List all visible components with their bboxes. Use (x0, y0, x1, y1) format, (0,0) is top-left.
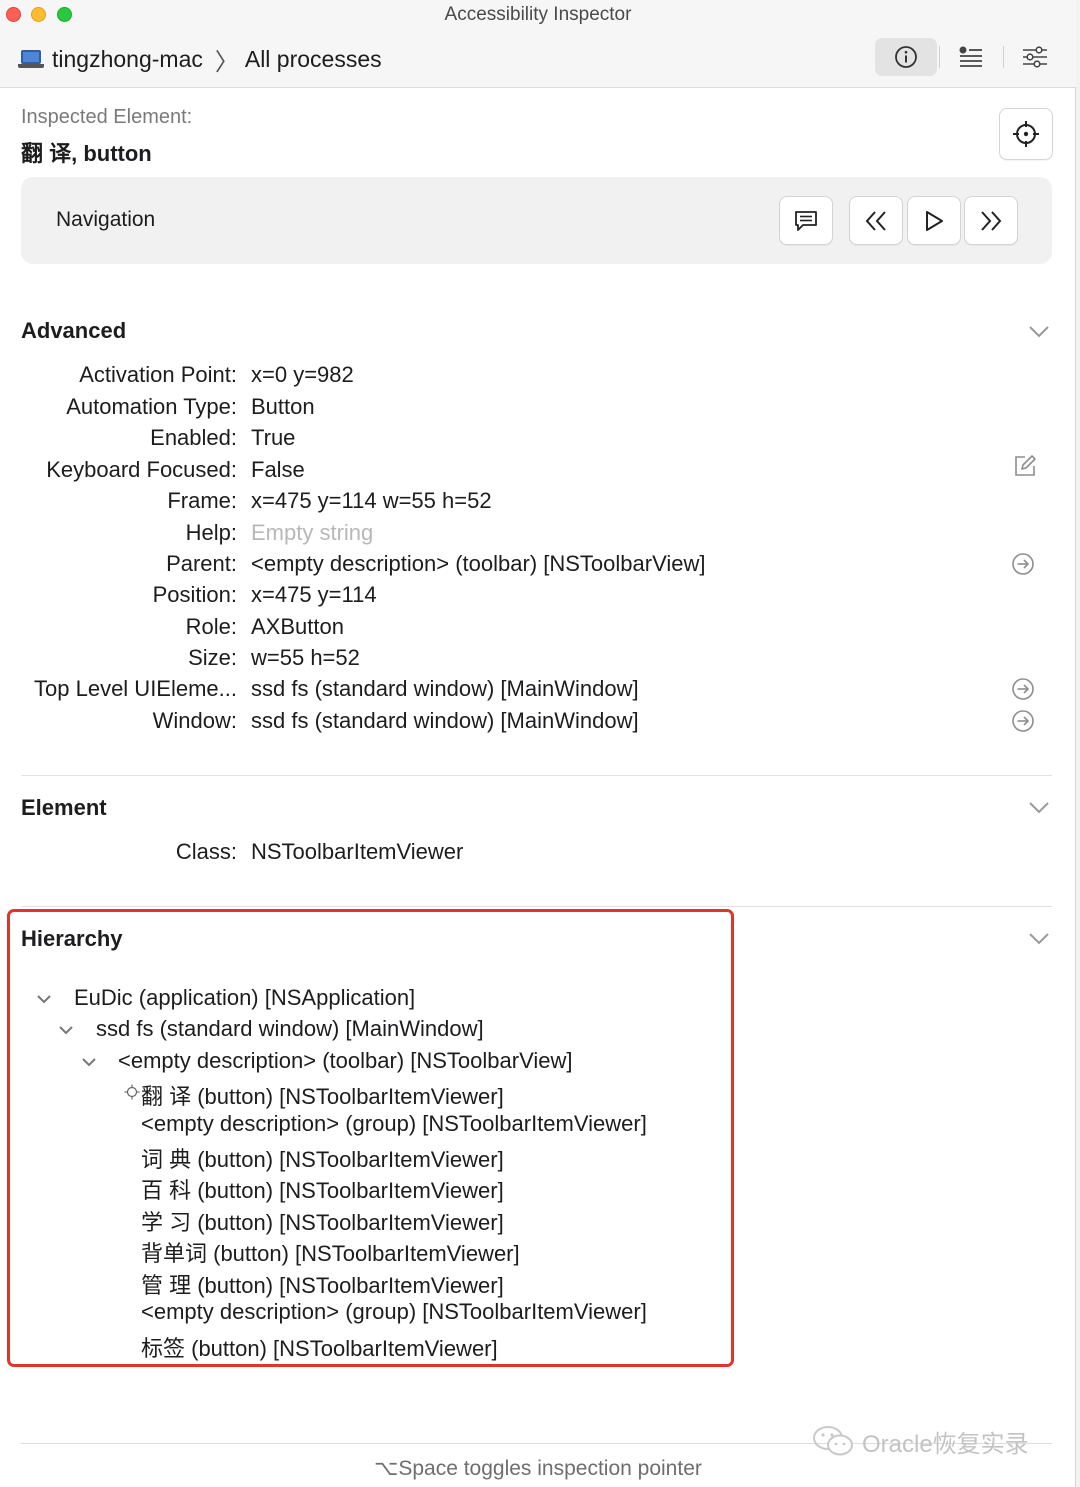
inspection-pointer-hint: ⌥Space toggles inspection pointer (374, 1457, 702, 1480)
attribute-row: Class: NSToolbarItemViewer (0, 839, 1076, 869)
attribute-value: x=475 y=114 (251, 582, 377, 607)
chevron-down-icon[interactable] (1028, 932, 1050, 946)
attribute-row: Role: AXButton (0, 614, 1076, 644)
sliders-icon (1023, 46, 1047, 68)
window-edge (1076, 0, 1080, 1487)
speech-bubble-icon (795, 210, 817, 231)
laptop-icon (18, 49, 44, 69)
go-to-parent-icon[interactable] (1011, 552, 1035, 576)
attribute-row: Position: x=475 y=114 (0, 582, 1076, 612)
inspected-element-value: 翻 译, button (21, 141, 152, 166)
attribute-row: Window: ssd fs (standard window) [MainWi… (0, 708, 1076, 738)
attribute-key: Help: (185, 520, 237, 545)
navigate-play-button[interactable] (907, 196, 961, 245)
attribute-key: Window: (152, 708, 237, 733)
attribute-value: NSToolbarItemViewer (251, 839, 464, 864)
attribute-key: Keyboard Focused: (46, 457, 237, 482)
section-divider (21, 775, 1052, 776)
inspection-pointer-button[interactable] (999, 108, 1053, 160)
settings-button[interactable] (1004, 38, 1066, 76)
inspected-element-label: Inspected Element: (21, 106, 193, 128)
play-icon (926, 210, 943, 231)
target-scope[interactable]: All processes (245, 46, 382, 73)
attribute-row: Parent: <empty description> (toolbar) [N… (0, 551, 1076, 581)
watermark: Oracle恢复实录 (812, 1424, 1029, 1458)
attribute-row: Activation Point: x=0 y=982 (0, 362, 1076, 392)
attribute-key: Position: (152, 582, 237, 607)
watermark-text: Oracle恢复实录 (862, 1430, 1029, 1458)
title-bar: Accessibility Inspector tingzhong-mac 〉 … (0, 0, 1076, 88)
attribute-row: Size: w=55 h=52 (0, 645, 1076, 675)
target-host[interactable]: tingzhong-mac (52, 46, 203, 73)
attribute-value: x=0 y=982 (251, 362, 354, 387)
attribute-value: <empty description> (toolbar) [NSToolbar… (251, 551, 706, 576)
edit-icon[interactable] (1013, 454, 1037, 478)
attribute-key: Frame: (167, 488, 237, 513)
chevron-right-icon: 〉 (214, 48, 239, 76)
attribute-key: Role: (185, 614, 237, 639)
target-selector[interactable]: tingzhong-mac 〉 All processes (18, 44, 382, 76)
navigation-label: Navigation (56, 208, 156, 231)
advanced-section-title[interactable]: Advanced (21, 318, 126, 344)
go-to-top-level-icon[interactable] (1011, 677, 1035, 701)
chevron-down-icon[interactable] (1028, 801, 1050, 815)
section-divider (21, 906, 1052, 907)
attribute-row: Top Level UIEleme... ssd fs (standard wi… (0, 676, 1076, 706)
attribute-value: AXButton (251, 614, 344, 639)
attribute-value: Empty string (251, 520, 374, 545)
attribute-row: Keyboard Focused: False (0, 454, 1076, 487)
inspector-info-button[interactable] (875, 38, 937, 76)
element-section-title[interactable]: Element (21, 795, 107, 821)
audit-button[interactable] (940, 38, 1002, 76)
navigate-next-button[interactable] (964, 196, 1018, 245)
inspector-window: Accessibility Inspector tingzhong-mac 〉 … (0, 0, 1076, 1487)
attribute-value: Button (251, 394, 315, 419)
chevron-down-icon[interactable] (1028, 325, 1050, 339)
speak-button[interactable] (779, 196, 833, 245)
attribute-key: Parent: (166, 551, 237, 576)
attribute-value: ssd fs (standard window) [MainWindow] (251, 676, 639, 701)
wechat-icon (813, 1426, 853, 1456)
attribute-key: Size: (188, 645, 237, 670)
attribute-row: Frame: x=475 y=114 w=55 h=52 (0, 488, 1076, 518)
window-title: Accessibility Inspector (444, 4, 632, 25)
list-icon (959, 46, 982, 67)
navigate-previous-button[interactable] (849, 196, 903, 245)
attribute-row: Help: Empty string (0, 520, 1076, 550)
attribute-value: False (251, 457, 305, 482)
attribute-key: Class: (175, 839, 237, 864)
navigation-panel: Navigation (21, 177, 1052, 264)
attribute-value: True (251, 425, 296, 450)
double-chevron-left-icon (865, 210, 886, 231)
attribute-key: Enabled: (150, 425, 237, 450)
attribute-value: w=55 h=52 (251, 645, 360, 670)
double-chevron-right-icon (981, 210, 1002, 231)
attribute-key: Activation Point: (79, 362, 237, 387)
attribute-value: x=475 y=114 w=55 h=52 (251, 488, 492, 513)
go-to-window-icon[interactable] (1011, 709, 1035, 733)
highlight-annotation-box (7, 909, 734, 1367)
attribute-row: Automation Type: Button (0, 394, 1076, 424)
attribute-key: Automation Type: (66, 394, 237, 419)
info-icon (895, 46, 917, 68)
attribute-key: Top Level UIEleme... (34, 676, 237, 701)
attribute-row: Enabled: True (0, 425, 1076, 455)
attribute-value: ssd fs (standard window) [MainWindow] (251, 708, 639, 733)
crosshair-icon (1013, 121, 1039, 147)
